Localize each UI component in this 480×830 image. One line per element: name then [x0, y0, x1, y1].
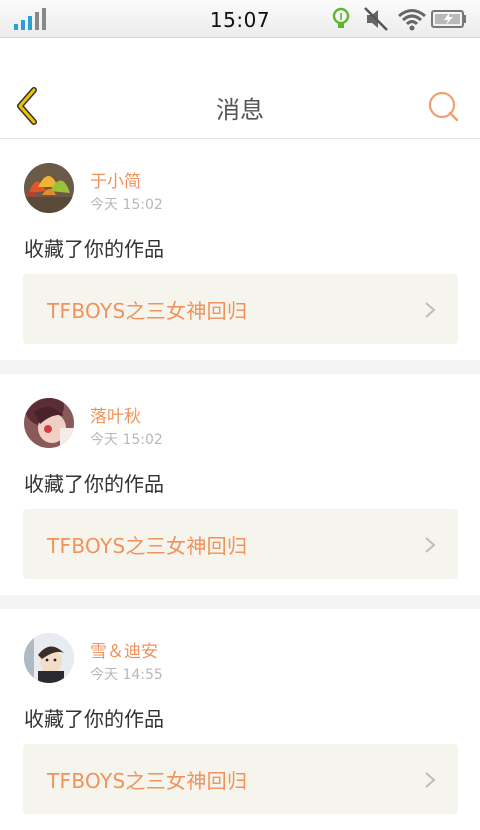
- wifi-icon: [398, 9, 426, 31]
- user-avatar[interactable]: [24, 398, 74, 448]
- timestamp: 今天 15:02: [90, 197, 163, 213]
- chevron-right-icon: [425, 537, 436, 553]
- timestamp: 今天 14:55: [90, 667, 163, 683]
- mute-icon: [364, 7, 388, 31]
- divider: [0, 595, 480, 609]
- status-bar: 15:07: [0, 0, 480, 38]
- work-link-card[interactable]: TFBOYS之三女神回归: [23, 274, 458, 344]
- divider: [0, 360, 480, 374]
- work-title: TFBOYS之三女神回归: [47, 299, 248, 323]
- chevron-right-icon: [425, 772, 436, 788]
- work-link-card[interactable]: TFBOYS之三女神回归: [23, 509, 458, 579]
- username[interactable]: 于小简: [90, 167, 141, 192]
- message-card: 雪＆迪安 今天 14:55 收藏了你的作品 TFBOYS之三女神回归: [0, 609, 480, 830]
- boy-avatar-image: [24, 633, 74, 683]
- user-avatar[interactable]: [24, 163, 74, 213]
- leaves-avatar-image: [24, 163, 74, 213]
- work-title: TFBOYS之三女神回归: [47, 534, 248, 558]
- work-title: TFBOYS之三女神回归: [47, 769, 248, 793]
- action-text: 收藏了你的作品: [24, 472, 164, 496]
- message-card: 落叶秋 今天 15:02 收藏了你的作品 TFBOYS之三女神回归: [0, 374, 480, 595]
- girl-avatar-image: [24, 398, 74, 448]
- bulb-icon: [332, 7, 350, 28]
- action-text: 收藏了你的作品: [24, 707, 164, 731]
- battery-icon: [431, 10, 466, 28]
- username[interactable]: 雪＆迪安: [90, 637, 158, 662]
- username[interactable]: 落叶秋: [90, 402, 141, 427]
- chevron-right-icon: [425, 302, 436, 318]
- page-title: 消息: [216, 96, 264, 124]
- user-avatar[interactable]: [24, 633, 74, 683]
- timestamp: 今天 15:02: [90, 432, 163, 448]
- message-card: 于小简 今天 15:02 收藏了你的作品 TFBOYS之三女神回归: [0, 139, 480, 360]
- action-text: 收藏了你的作品: [24, 237, 164, 261]
- work-link-card[interactable]: TFBOYS之三女神回归: [23, 744, 458, 814]
- message-list: 于小简 今天 15:02 收藏了你的作品 TFBOYS之三女神回归 落叶秋 今天…: [0, 139, 480, 830]
- search-icon[interactable]: [426, 90, 460, 124]
- app-header: 消息: [0, 38, 480, 139]
